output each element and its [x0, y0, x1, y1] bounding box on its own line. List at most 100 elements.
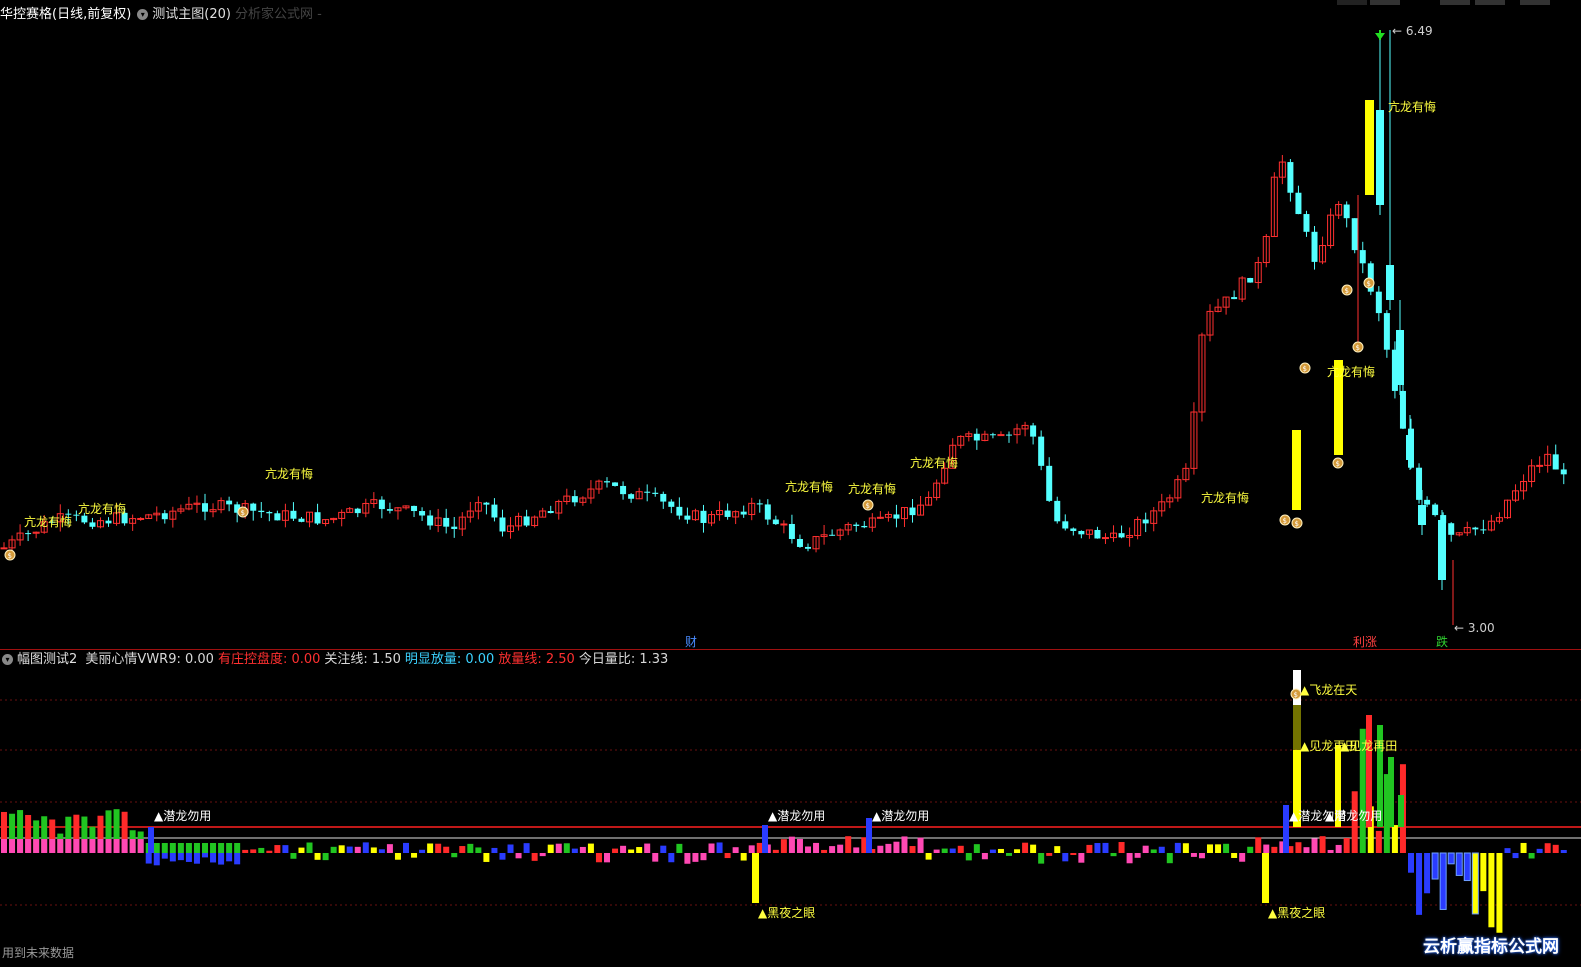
volume-bar [274, 845, 281, 853]
pattern-label: 亢龙有悔 [785, 479, 833, 494]
volume-bar [491, 847, 498, 853]
signal-label-heiye: ▲黑夜之眼 [1268, 905, 1325, 920]
candle-body [668, 501, 675, 507]
candle-body [1418, 505, 1426, 525]
volume-bar [1431, 852, 1439, 880]
sub-panel-title[interactable]: 幅图测试2 [17, 652, 77, 667]
candle-body [419, 511, 426, 516]
volume-bar [660, 845, 667, 853]
volume-bar [394, 853, 401, 860]
candle-body [805, 546, 811, 549]
volume-bar [949, 848, 956, 853]
volume-bar [153, 853, 160, 866]
volume-bar [933, 849, 940, 853]
candle-body [1078, 530, 1085, 535]
volume-bar [250, 849, 257, 853]
signal-bar [1398, 795, 1404, 827]
candle-body [853, 524, 860, 526]
chevron-down-icon[interactable]: ▾ [137, 9, 149, 20]
volume-bar [435, 843, 442, 853]
signal-bar [752, 853, 759, 903]
volume-bar [716, 842, 723, 853]
candlestick-chart[interactable]: ← 6.49← 3.00亢龙有悔亢龙有悔亢龙有悔亢龙有悔 亢龙有悔亢龙有悔亢龙有悔… [0, 0, 1581, 967]
volume-bar [290, 853, 297, 859]
volume-bar [547, 844, 554, 853]
volume-bar [941, 848, 948, 853]
pattern-label: 亢龙有悔 [24, 514, 72, 529]
candle-body [451, 526, 458, 529]
volume-bar [330, 846, 337, 853]
volume-bar [314, 853, 321, 860]
candle-body [483, 502, 490, 505]
volume-bar [33, 839, 40, 853]
volume-bar [298, 847, 305, 853]
volume-bar [210, 843, 217, 853]
candle-body [1424, 499, 1431, 505]
volume-bar [917, 837, 924, 853]
pattern-label: 亢龙有悔 [1327, 364, 1375, 379]
volume-bar [1182, 843, 1189, 853]
pattern-label: 亢龙有悔 [78, 501, 126, 516]
volume-bar [805, 846, 811, 853]
volume-bar [1078, 853, 1085, 863]
candle-body [290, 510, 297, 519]
volume-bar [218, 853, 225, 865]
candle-body [628, 494, 635, 499]
sub-indicator-item: 关注线: 1.50 [324, 652, 401, 667]
candle-body [740, 511, 747, 515]
toolbar-segment [1370, 0, 1400, 5]
volume-bar [1006, 853, 1012, 856]
candle-body [1560, 469, 1567, 475]
volume-bar [740, 853, 747, 861]
main-chart-header: 华控赛格(日线,前复权) ▾ 测试主图(20) 分析家公式网 - [0, 6, 1560, 24]
candle-body [89, 522, 96, 527]
candle-body [1030, 425, 1037, 437]
candle-body [386, 509, 393, 511]
volume-bar [877, 845, 884, 853]
volume-bar [788, 836, 795, 853]
stock-title[interactable]: 华控赛格(日线,前复权) [0, 7, 131, 22]
volume-bar [724, 853, 731, 859]
pattern-label: 亢龙有悔 [265, 466, 313, 481]
volume-bar [226, 843, 233, 853]
money-bag-icon: $ [1367, 280, 1371, 288]
volume-bar [73, 839, 80, 853]
volume-bar [451, 853, 458, 858]
pattern-label: 亢龙有悔 [1388, 99, 1436, 114]
toolbar-segment [1440, 0, 1470, 5]
volume-bar [161, 843, 168, 853]
candle-body [829, 534, 836, 536]
volume-bar [242, 849, 249, 853]
chevron-down-icon[interactable]: ▾ [2, 654, 13, 665]
candle-body [411, 505, 418, 512]
candle-body [1399, 390, 1406, 429]
candle-body [1432, 504, 1439, 516]
volume-bar [1552, 844, 1559, 853]
volume-bar [9, 839, 16, 853]
volume-bar [1560, 849, 1567, 853]
volume-bar [1496, 853, 1503, 933]
volume-bar [483, 853, 490, 862]
panel-divider[interactable] [0, 649, 1581, 650]
low-price-label: ← 3.00 [1454, 621, 1495, 635]
volume-bar [708, 843, 715, 853]
candle-body [620, 485, 627, 495]
indicator-title[interactable]: 测试主图(20) [152, 7, 231, 22]
volume-bar [499, 853, 506, 860]
money-bag-icon: $ [1294, 691, 1298, 699]
candle-body [0, 547, 8, 550]
volume-bar [1070, 853, 1077, 856]
volume-bar [644, 843, 651, 853]
volume-bar [1303, 847, 1310, 853]
volume-bar [419, 849, 426, 853]
candle-body [298, 518, 305, 522]
candle-body [780, 523, 788, 526]
volume-bar [1271, 846, 1278, 853]
volume-bar [1215, 844, 1222, 853]
candle-body [700, 510, 707, 523]
volume-bar [193, 843, 200, 853]
sub-indicator-item: 放量线: 2.50 [498, 652, 575, 667]
volume-bar [427, 843, 434, 853]
volume-bar [780, 839, 787, 853]
candle-body [1038, 436, 1045, 466]
